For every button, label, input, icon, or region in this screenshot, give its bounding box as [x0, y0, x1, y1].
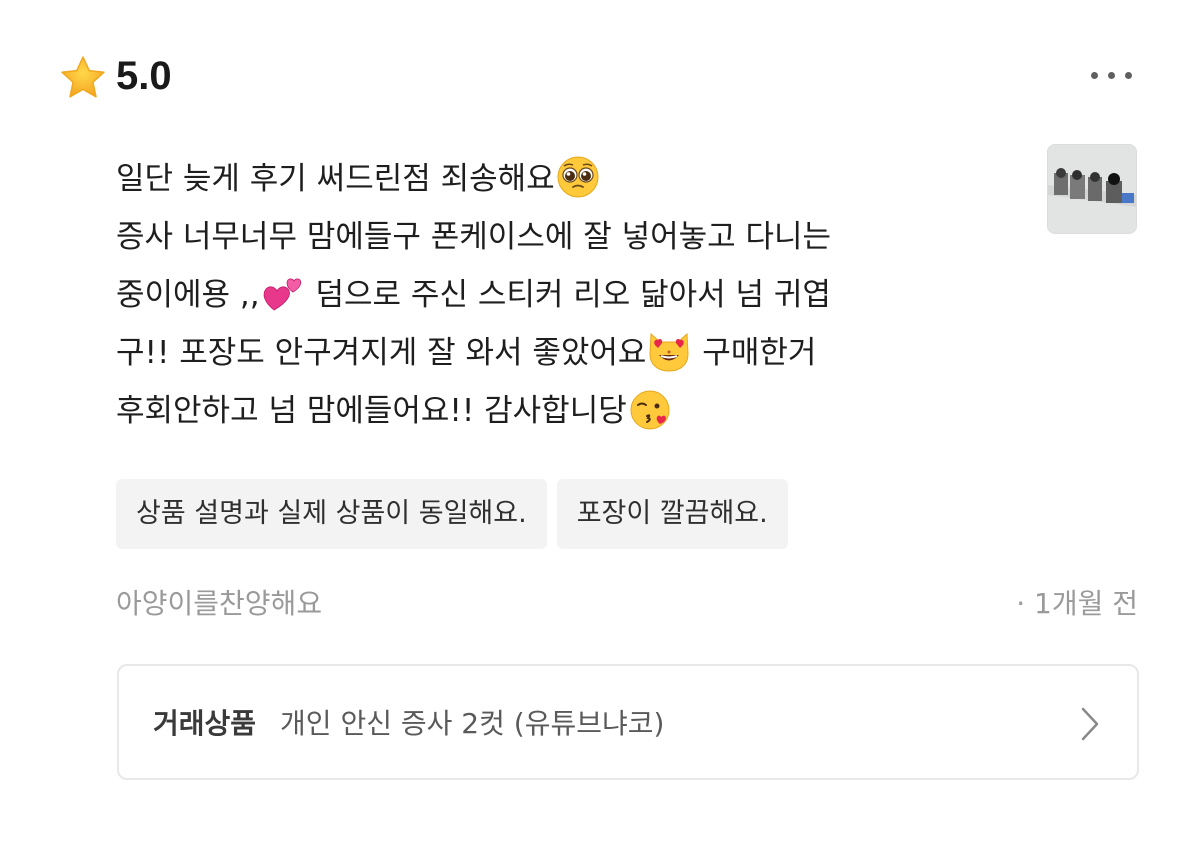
more-options-icon — [1090, 71, 1098, 79]
review-text: 일단 늦게 후기 써드린점 죄송해요 증사 너무너무 맘에들구 폰케이스에 잘 … — [116, 150, 1026, 440]
review-tag: 상품 설명과 실제 상품이 동일해요. — [116, 479, 547, 549]
more-options-dot — [1107, 71, 1115, 79]
review-line-text: 중이에용 ,, — [116, 277, 260, 313]
review-line-text: 일단 늦게 후기 써드린점 죄송해요 — [116, 161, 555, 197]
product-name: 개인 안신 증사 2컷 (유튜브냐코) — [280, 707, 665, 740]
more-options-button[interactable] — [1078, 60, 1144, 90]
kissing-face-icon — [630, 390, 670, 429]
review-tag: 포장이 깔끔해요. — [556, 479, 788, 549]
more-options-dot — [1124, 71, 1132, 79]
review-line-text: 덤으로 주신 스티커 리오 닮아서 넘 귀엽 — [305, 277, 831, 313]
review-photo-thumbnail[interactable] — [1047, 144, 1137, 234]
review-line: 증사 너무너무 맘에들구 폰케이스에 잘 넣어놓고 다니는 — [116, 208, 1026, 266]
review-line: 구!! 포장도 안구겨지게 잘 와서 좋았어요 구매한거 — [116, 324, 1026, 382]
star-icon — [61, 56, 105, 98]
review-tags: 상품 설명과 실제 상품이 동일해요. 포장이 깔끔해요. — [116, 479, 788, 549]
heart-eyes-cat-icon — [649, 332, 689, 372]
traded-product-card[interactable]: 거래상품 개인 안신 증사 2컷 (유튜브냐코) — [117, 664, 1139, 780]
chevron-right-icon — [1081, 707, 1099, 741]
review-line-text: 구!! 포장도 안구겨지게 잘 와서 좋았어요 — [116, 335, 647, 371]
review-line: 후회안하고 넘 맘에들어요!! 감사합니당 — [116, 382, 1026, 440]
two-hearts-icon — [263, 278, 301, 310]
review-line-text: 후회안하고 넘 맘에들어요!! 감사합니당 — [116, 393, 627, 429]
photo-icon — [1048, 145, 1136, 233]
pleading-face-icon — [557, 156, 599, 197]
product-label: 거래상품 — [153, 707, 257, 740]
rating-value: 5.0 — [116, 54, 172, 98]
review-line: 일단 늦게 후기 써드린점 죄송해요 — [116, 150, 1026, 208]
review-timestamp: · 1개월 전 — [1016, 587, 1138, 620]
review-line: 중이에용 ,, 덤으로 주신 스티커 리오 닮아서 넘 귀엽 — [116, 266, 1026, 324]
review-line-text: 증사 너무너무 맘에들구 폰케이스에 잘 넣어놓고 다니는 — [116, 219, 832, 255]
review-line-text: 구매한거 — [692, 335, 817, 371]
reviewer-name[interactable]: 아양이를찬양해요 — [116, 582, 322, 626]
